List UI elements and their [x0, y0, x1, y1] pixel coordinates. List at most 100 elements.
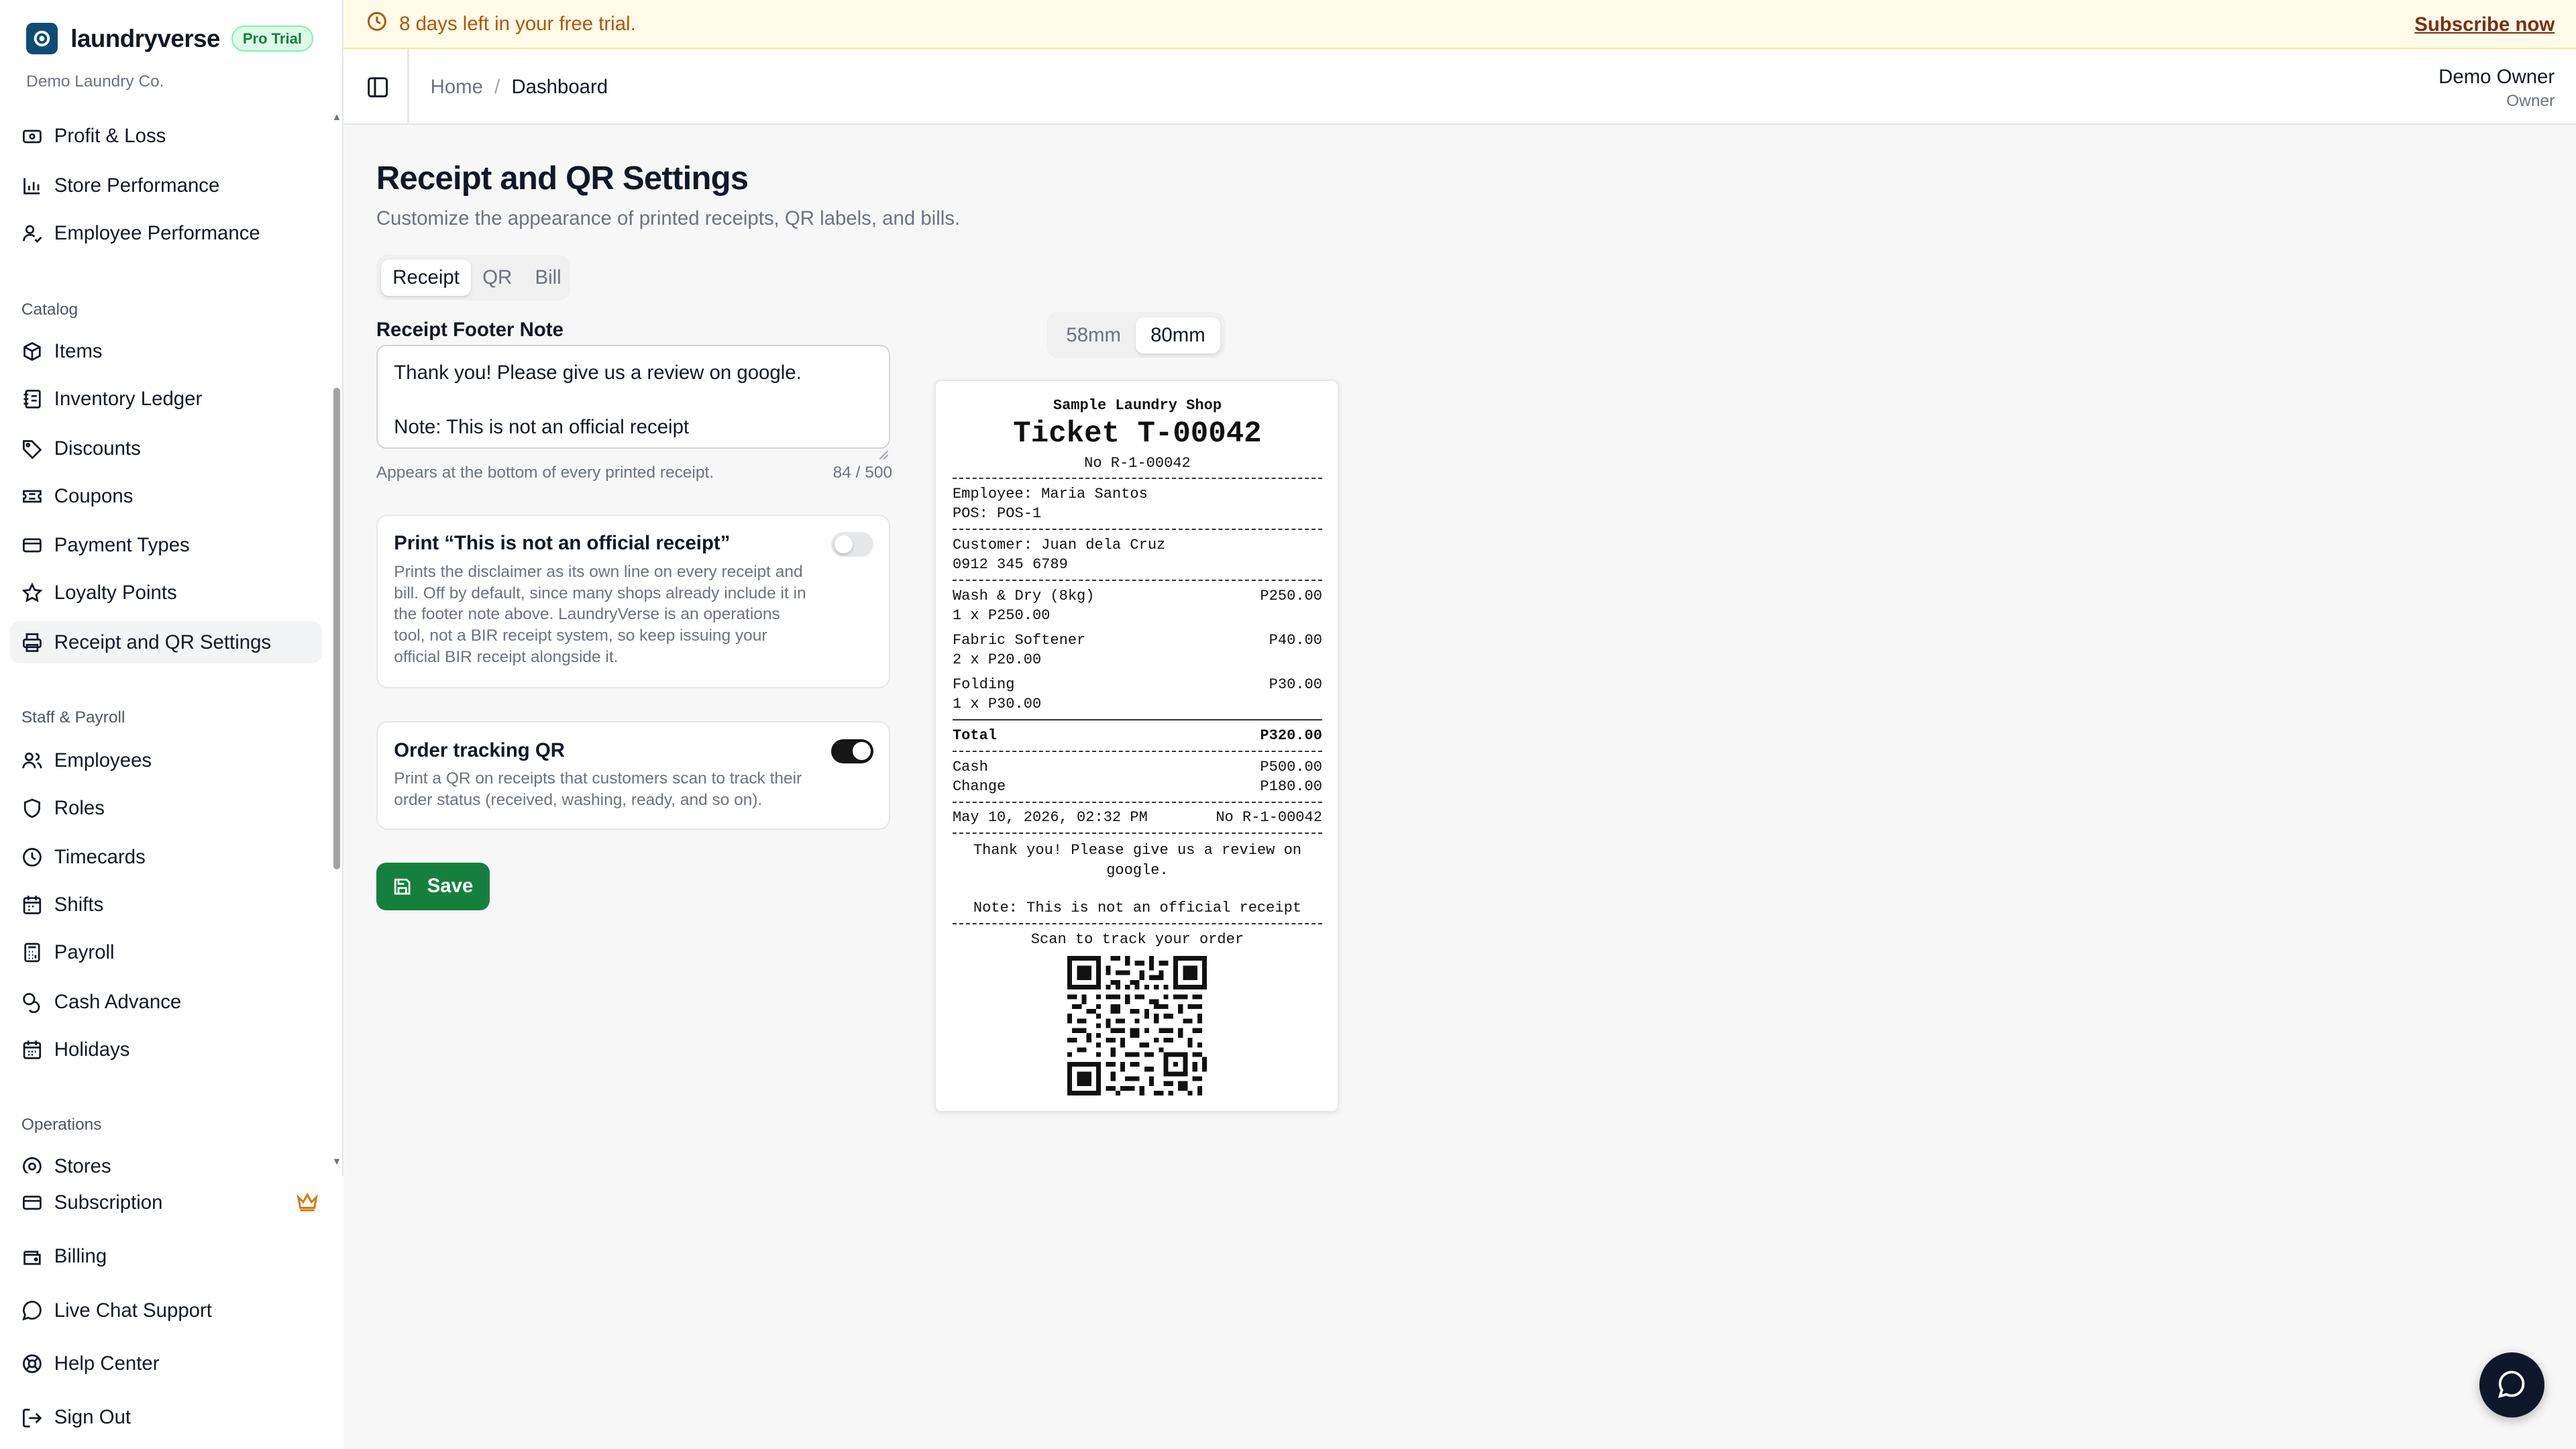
tag-icon — [21, 438, 43, 460]
receipt-divider — [952, 719, 1322, 720]
order-tracking-toggle[interactable] — [830, 739, 874, 764]
credit-card-icon — [21, 535, 43, 556]
tab-receipt[interactable]: Receipt — [381, 259, 472, 296]
receipt-divider — [952, 922, 1322, 924]
receipt-footer-note: Note: This is not an official receipt — [973, 900, 1302, 917]
page-title: Receipt and QR Settings — [376, 160, 749, 197]
receipt-item-qty: 2 x P20.00 — [952, 651, 1042, 669]
sidebar-item-payroll[interactable]: Payroll — [10, 932, 322, 975]
settings-tabs: Receipt QR Bill — [376, 254, 572, 301]
sidebar-item-inventory-ledger[interactable]: Inventory Ledger — [10, 378, 322, 421]
breadcrumb-home[interactable]: Home — [431, 76, 483, 99]
sidebar-item-billing[interactable]: Billing — [10, 1236, 322, 1279]
receipt-employee: Employee: Maria Santos — [952, 486, 1148, 502]
sidebar-item-profit-loss[interactable]: Profit & Loss — [10, 115, 322, 158]
sidebar-item-subscription[interactable]: Subscription — [10, 1181, 322, 1224]
sidebar-item-label: Timecards — [54, 846, 146, 869]
receipt-item: Wash & Dry (8kg) P250.00 1 x P250.00 — [953, 586, 1322, 626]
scroll-up-icon[interactable]: ▲ — [332, 112, 342, 123]
sidebar-item-cash-advance[interactable]: Cash Advance — [10, 981, 322, 1024]
scroll-down-icon[interactable]: ▼ — [332, 1157, 342, 1167]
receipt-cash-label: Cash — [952, 758, 988, 775]
sidebar-item-live-chat-support[interactable]: Live Chat Support — [10, 1289, 322, 1332]
page-subtitle: Customize the appearance of printed rece… — [376, 207, 961, 229]
sidebar-item-help-center[interactable]: Help Center — [10, 1342, 322, 1385]
clock-icon — [366, 9, 388, 39]
subscribe-now-link[interactable]: Subscribe now — [2414, 13, 2555, 36]
sidebar-item-sign-out[interactable]: Sign Out — [10, 1397, 322, 1440]
top-header: Home / Dashboard Demo Owner Owner — [343, 49, 2576, 125]
trial-banner: 8 days left in your free trial. Subscrib… — [343, 0, 2576, 50]
tab-bill[interactable]: Bill — [523, 260, 572, 296]
receipt-divider — [952, 580, 1322, 581]
disclaimer-toggle[interactable] — [830, 532, 874, 557]
user-menu[interactable]: Demo Owner Owner — [2438, 66, 2555, 111]
sidebar-item-shifts[interactable]: Shifts — [10, 884, 322, 927]
sidebar-item-label: Store Performance — [54, 174, 220, 197]
sidebar-item-stores[interactable]: Stores — [10, 1145, 322, 1173]
sidebar-item-employee-performance[interactable]: Employee Performance — [10, 212, 322, 255]
receipt-change-value: P180.00 — [1260, 777, 1322, 795]
sidebar-item-employees[interactable]: Employees — [10, 739, 322, 782]
nav-section-operations: Operations — [21, 1115, 102, 1134]
users-icon — [21, 750, 43, 771]
toggle-knob — [834, 535, 853, 553]
receipt-divider — [952, 529, 1322, 530]
footer-note-label: Receipt Footer Note — [376, 319, 564, 341]
message-circle-icon — [21, 1300, 43, 1322]
receipt-footer-line: google. — [1106, 861, 1169, 879]
save-icon — [394, 878, 411, 895]
calendar-icon — [21, 894, 43, 916]
footer-note-textarea[interactable]: Thank you! Please give us a review on go… — [376, 345, 891, 449]
sidebar-item-payment-types[interactable]: Payment Types — [10, 524, 322, 567]
sidebar-item-receipt-qr-settings[interactable]: Receipt and QR Settings — [9, 621, 322, 664]
sidebar-item-timecards[interactable]: Timecards — [10, 837, 322, 879]
tab-qr[interactable]: QR — [471, 260, 523, 296]
size-58mm-option[interactable]: 58mm — [1051, 317, 1136, 354]
order-tracking-description: Print a QR on receipts that customers sc… — [394, 769, 802, 810]
star-icon — [21, 582, 43, 604]
sidebar-toggle-icon[interactable] — [366, 76, 389, 99]
footer-note-help: Appears at the bottom of every printed r… — [376, 463, 714, 482]
receipt-item-price: P250.00 — [1260, 587, 1322, 604]
sidebar-item-label: Holidays — [54, 1038, 130, 1061]
wallet-icon — [21, 1246, 43, 1268]
message-circle-icon — [2498, 1371, 2525, 1399]
receipt-ticket-number: Ticket T-00042 — [1013, 417, 1262, 451]
sidebar-item-holidays[interactable]: Holidays — [10, 1028, 322, 1071]
save-label: Save — [427, 875, 474, 898]
clock-icon — [21, 847, 43, 868]
size-80mm-option[interactable]: 80mm — [1136, 317, 1220, 354]
sidebar-item-coupons[interactable]: Coupons — [10, 475, 322, 518]
receipt-divider — [952, 801, 1322, 803]
calendar-days-icon — [21, 1039, 43, 1061]
sidebar-item-discounts[interactable]: Discounts — [10, 427, 322, 470]
sidebar-item-label: Billing — [54, 1245, 107, 1268]
resize-handle-icon[interactable] — [879, 437, 889, 460]
sidebar-item-loyalty-points[interactable]: Loyalty Points — [10, 572, 322, 614]
save-button[interactable]: Save — [376, 862, 490, 910]
sidebar-item-label: Live Chat Support — [54, 1299, 212, 1322]
sidebar-item-label: Payroll — [54, 941, 115, 964]
sidebar-item-store-performance[interactable]: Store Performance — [10, 164, 322, 207]
calculator-icon — [21, 942, 43, 963]
order-tracking-qr-code — [1067, 955, 1208, 1096]
sidebar-item-roles[interactable]: Roles — [10, 787, 322, 830]
live-chat-button[interactable] — [2479, 1352, 2545, 1418]
log-out-icon — [21, 1407, 43, 1429]
header-divider — [407, 49, 409, 125]
coins-icon — [21, 991, 43, 1013]
crown-icon — [296, 1191, 319, 1218]
ticket-icon — [21, 486, 43, 507]
disclaimer-description: Prints the disclaimer as its own line on… — [394, 562, 806, 667]
receipt-pos: POS: POS-1 — [952, 505, 1042, 523]
package-icon — [21, 341, 43, 362]
receipt-item-price: P40.00 — [1269, 631, 1322, 649]
receipt-total-label: Total — [952, 727, 998, 744]
sidebar-item-label: Inventory Ledger — [54, 388, 203, 411]
sidebar-item-items[interactable]: Items — [10, 330, 322, 373]
sidebar-scrollbar[interactable] — [333, 387, 340, 869]
receipt-change-label: Change — [952, 777, 1006, 795]
brand[interactable]: laundryverse Pro Trial — [26, 23, 313, 54]
receipt-number: No R-1-00042 — [1084, 454, 1191, 472]
